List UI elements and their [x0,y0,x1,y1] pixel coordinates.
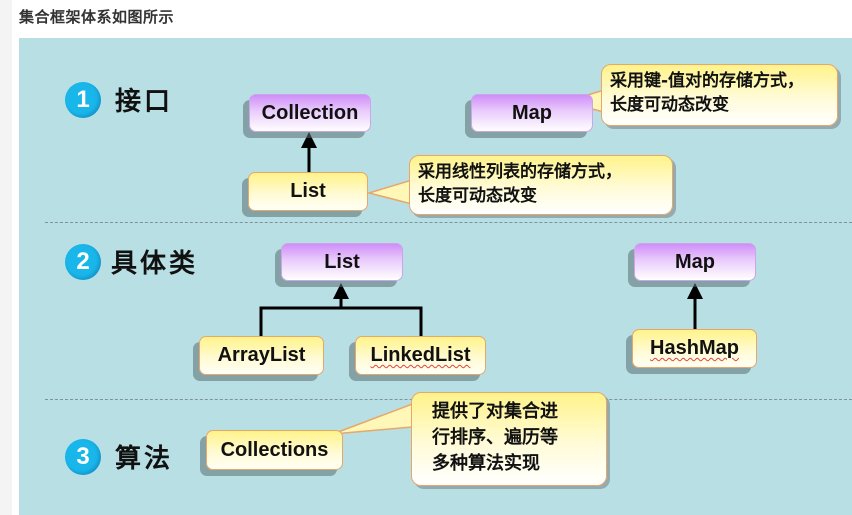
node-label: Collections [220,438,329,461]
arrow-head-icon [301,132,317,148]
collections-description-callout: 提供了对集合进 行排序、遍历等 多种算法实现 [411,392,607,486]
node-label: ArrayList [217,344,306,366]
algorithm-collections-node: Collections [206,430,343,470]
interface-list-node: List [248,172,368,211]
list-description-callout: 采用线性列表的存储方式， 长度可动态改变 [409,155,673,215]
section-title: 具体类 [111,249,199,279]
class-list-node: List [281,243,403,281]
class-hashmap-node: HashMap [632,329,757,368]
node-label: List [324,250,360,273]
arrow-head-icon [687,283,703,299]
map-description-callout: 采用键-值对的存储方式， 长度可动态改变 [601,64,838,126]
collection-framework-diagram: 1 接口 2 具体类 3 算法 Collection List Map 采用键-… [19,38,852,515]
node-label: HashMap [650,337,739,359]
arrow-head-icon [333,283,349,299]
number-badge-icon: 3 [65,438,101,475]
number-badge-icon: 2 [65,243,101,280]
inherit-branch-line [259,306,423,336]
node-label: LinkedList [370,344,471,366]
section-algorithms: 3 算法 [65,438,173,475]
section-title: 算法 [115,444,174,474]
page-left-margin [0,0,12,515]
page-heading: 集合框架体系如图所示 [19,8,175,26]
node-label: Map [675,250,715,273]
class-linkedlist-node: LinkedList [355,336,486,375]
section-title: 接口 [115,87,174,117]
class-map-node: Map [634,243,756,281]
callout-tail [366,178,413,205]
section-divider [45,222,852,223]
interface-map-node: Map [471,94,593,132]
node-label: List [290,180,326,202]
callout-tail [332,398,424,435]
section-interfaces: 1 接口 [65,81,173,118]
node-label: Map [512,101,552,124]
number-badge-icon: 1 [65,81,101,118]
node-label: Collection [261,101,359,124]
interface-collection-node: Collection [249,94,371,132]
section-concrete-classes: 2 具体类 [65,243,198,280]
class-arraylist-node: ArrayList [199,336,324,375]
